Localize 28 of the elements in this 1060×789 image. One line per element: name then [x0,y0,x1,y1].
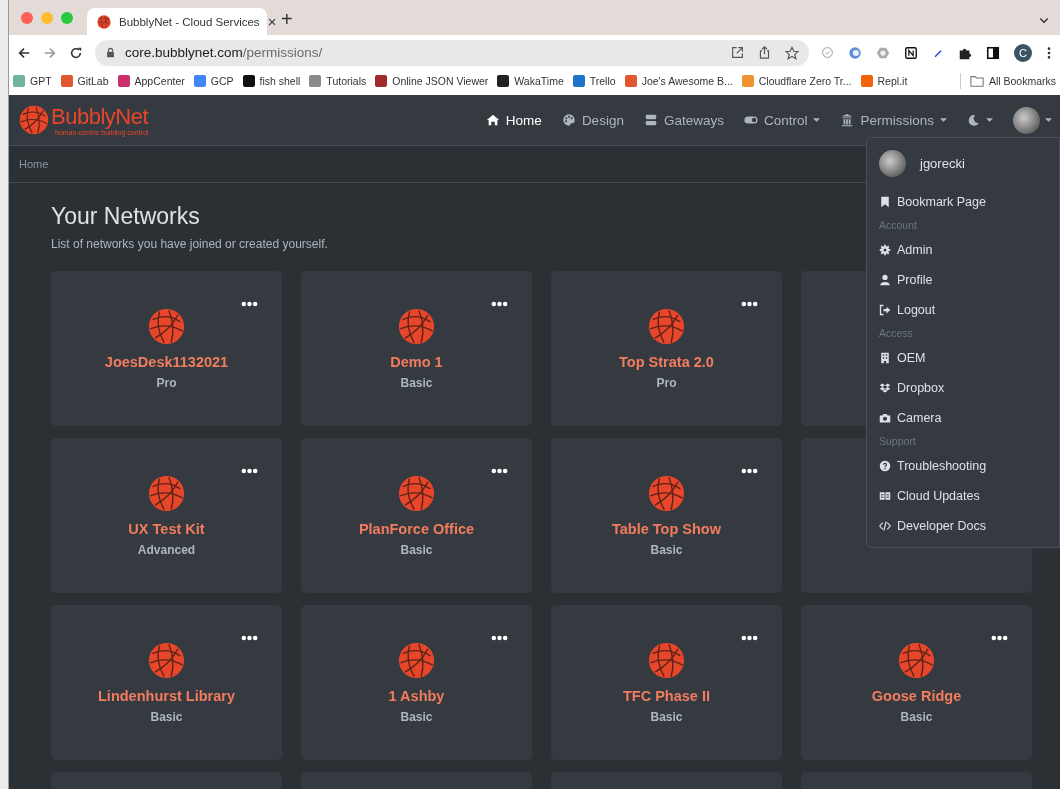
network-plan: Basic [400,710,433,724]
network-name: TFC Phase II [623,688,710,704]
page-title: Your Networks [51,203,200,230]
network-name: PlanForce Office [358,521,475,537]
network-name: JoesDesk1132021 [104,354,229,370]
network-plan: Pro [156,376,177,390]
network-name: Table Top Show [612,521,721,537]
network-name: Demo 1 [390,354,443,370]
url-text: core.bubblynet.com/permissions/ [125,45,324,60]
network-plan: Basic [400,543,433,557]
menu-section-header: Account [878,218,918,233]
network-name: Goose Ridge [871,688,962,704]
network-plan: Pro [656,376,677,390]
network-plan: Basic [650,710,683,724]
network-plan: Basic [400,376,433,390]
username: jgorecki [920,156,965,171]
network-name: UX Test Kit [128,521,205,537]
network-name: 1 Ashby [388,688,445,704]
tab-title: BubblyNet - Cloud Services [119,15,260,28]
network-plan: Advanced [137,543,196,557]
page-subtitle: List of networks you have joined or created yourself. [51,237,328,251]
network-plan: Basic [900,710,933,724]
menu-section-header: Access [878,326,914,341]
network-name: Top Strata 2.0 [619,354,714,370]
network-plan: Basic [150,710,183,724]
network-name: Lindenhurst Library [98,688,235,704]
network-plan: Basic [650,543,683,557]
menu-section-header: Support [878,434,917,449]
